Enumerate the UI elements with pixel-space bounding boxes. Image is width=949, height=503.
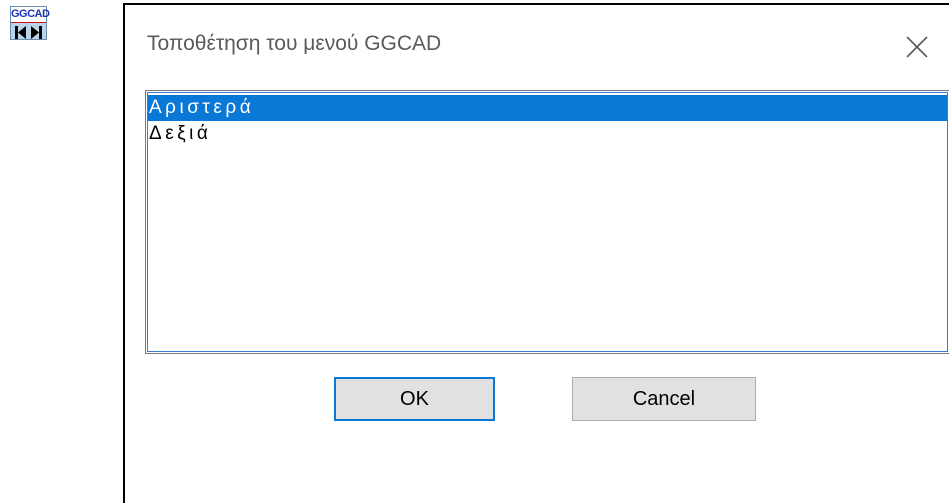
close-icon[interactable]: [903, 33, 931, 61]
skip-to-end-icon[interactable]: [31, 25, 42, 39]
dialog-title: Τοποθέτηση του μενού GGCAD: [147, 32, 442, 55]
list-item-left[interactable]: Αριστερά: [148, 95, 947, 121]
menu-position-listbox[interactable]: Αριστερά Δεξιά: [145, 90, 949, 354]
ggcad-toolbar-label: GGCAD: [11, 7, 50, 23]
listbox-focus-frame: Αριστερά Δεξιά: [147, 92, 948, 352]
list-item-right[interactable]: Δεξιά: [148, 121, 947, 147]
cancel-button[interactable]: Cancel: [572, 377, 756, 421]
placement-dialog: Τοποθέτηση του μενού GGCAD Αριστερά Δεξι…: [123, 3, 949, 503]
ok-button[interactable]: OK: [334, 377, 495, 421]
ggcad-toolbar-nav: [13, 25, 44, 39]
ggcad-toolbar-widget: GGCAD: [10, 6, 50, 40]
skip-to-start-icon[interactable]: [15, 25, 26, 39]
